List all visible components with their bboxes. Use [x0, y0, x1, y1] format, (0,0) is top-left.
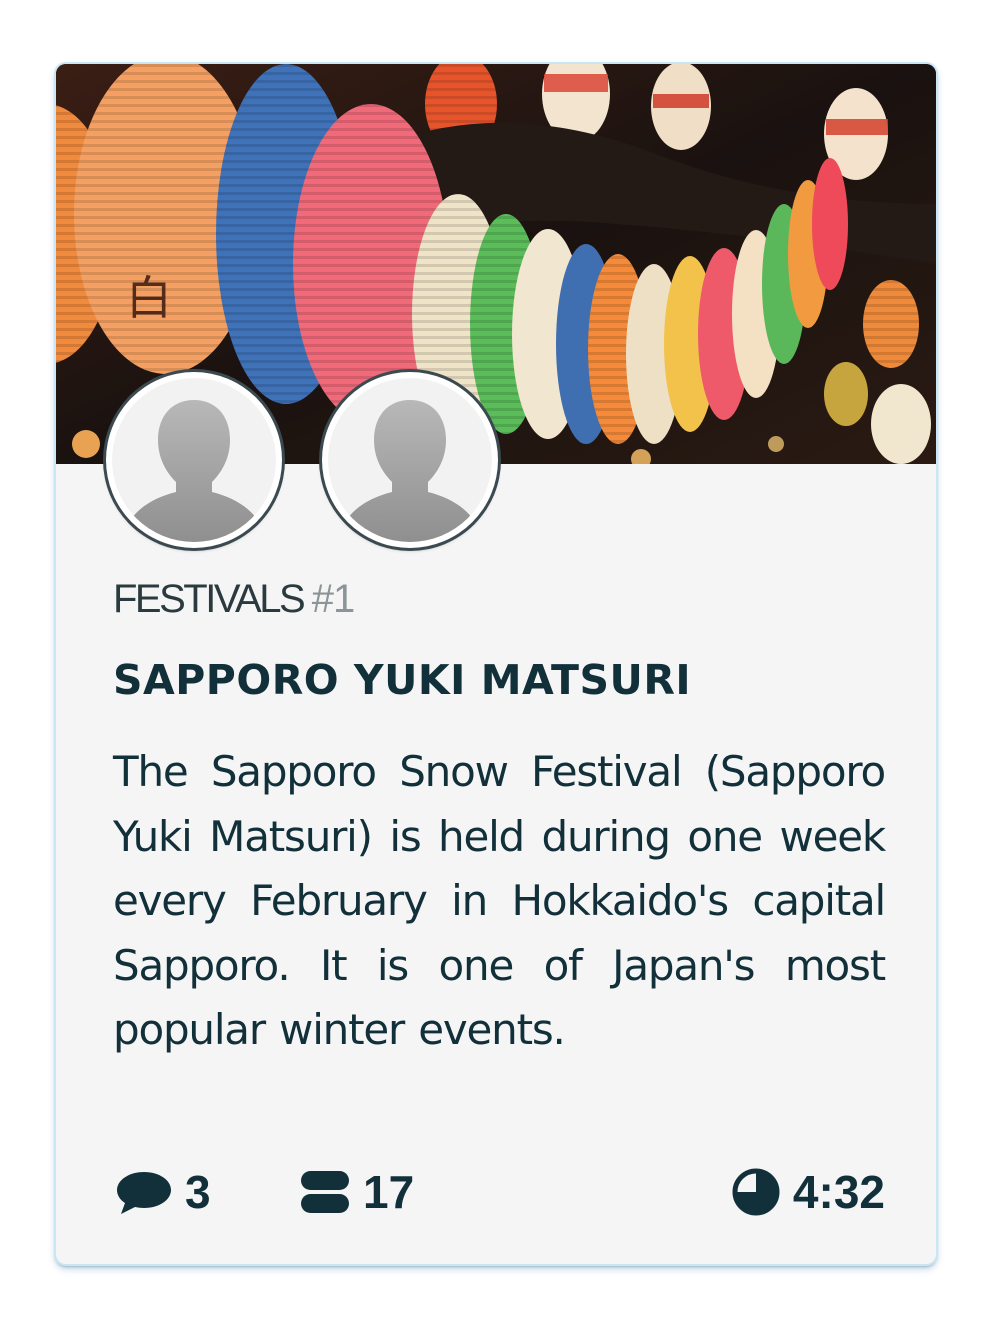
lessons-stat[interactable]: 17 [299, 1164, 414, 1220]
category-name: FESTIVALS [113, 577, 306, 621]
participant-avatar[interactable] [322, 372, 498, 548]
participant-avatar[interactable] [106, 372, 282, 548]
user-silhouette-icon [342, 400, 478, 542]
stacked-bars-icon [301, 1171, 349, 1213]
comments-stat[interactable]: 3 [115, 1164, 211, 1220]
category-label[interactable]: FESTIVALS #1 [113, 577, 355, 622]
card-stats: 3 17 4:32 [113, 1164, 885, 1220]
card-title[interactable]: SAPPORO YUKI MATSURI [113, 656, 691, 704]
duration-stat[interactable]: 4:32 [731, 1164, 885, 1220]
festival-card[interactable]: 白 FESTIVALS #1 SAPPORO YUKI MATSURI The … [56, 64, 936, 1264]
pie-clock-icon [732, 1168, 780, 1216]
comments-count: 3 [185, 1166, 211, 1218]
svg-text:白: 白 [126, 271, 172, 325]
duration-value: 4:32 [792, 1166, 885, 1218]
card-description: The Sapporo Snow Festival (Sapporo Yuki … [113, 747, 886, 1054]
category-number: #1 [311, 577, 355, 621]
speech-bubble-icon [117, 1172, 171, 1214]
user-silhouette-icon [126, 400, 262, 542]
lessons-count: 17 [363, 1166, 415, 1218]
